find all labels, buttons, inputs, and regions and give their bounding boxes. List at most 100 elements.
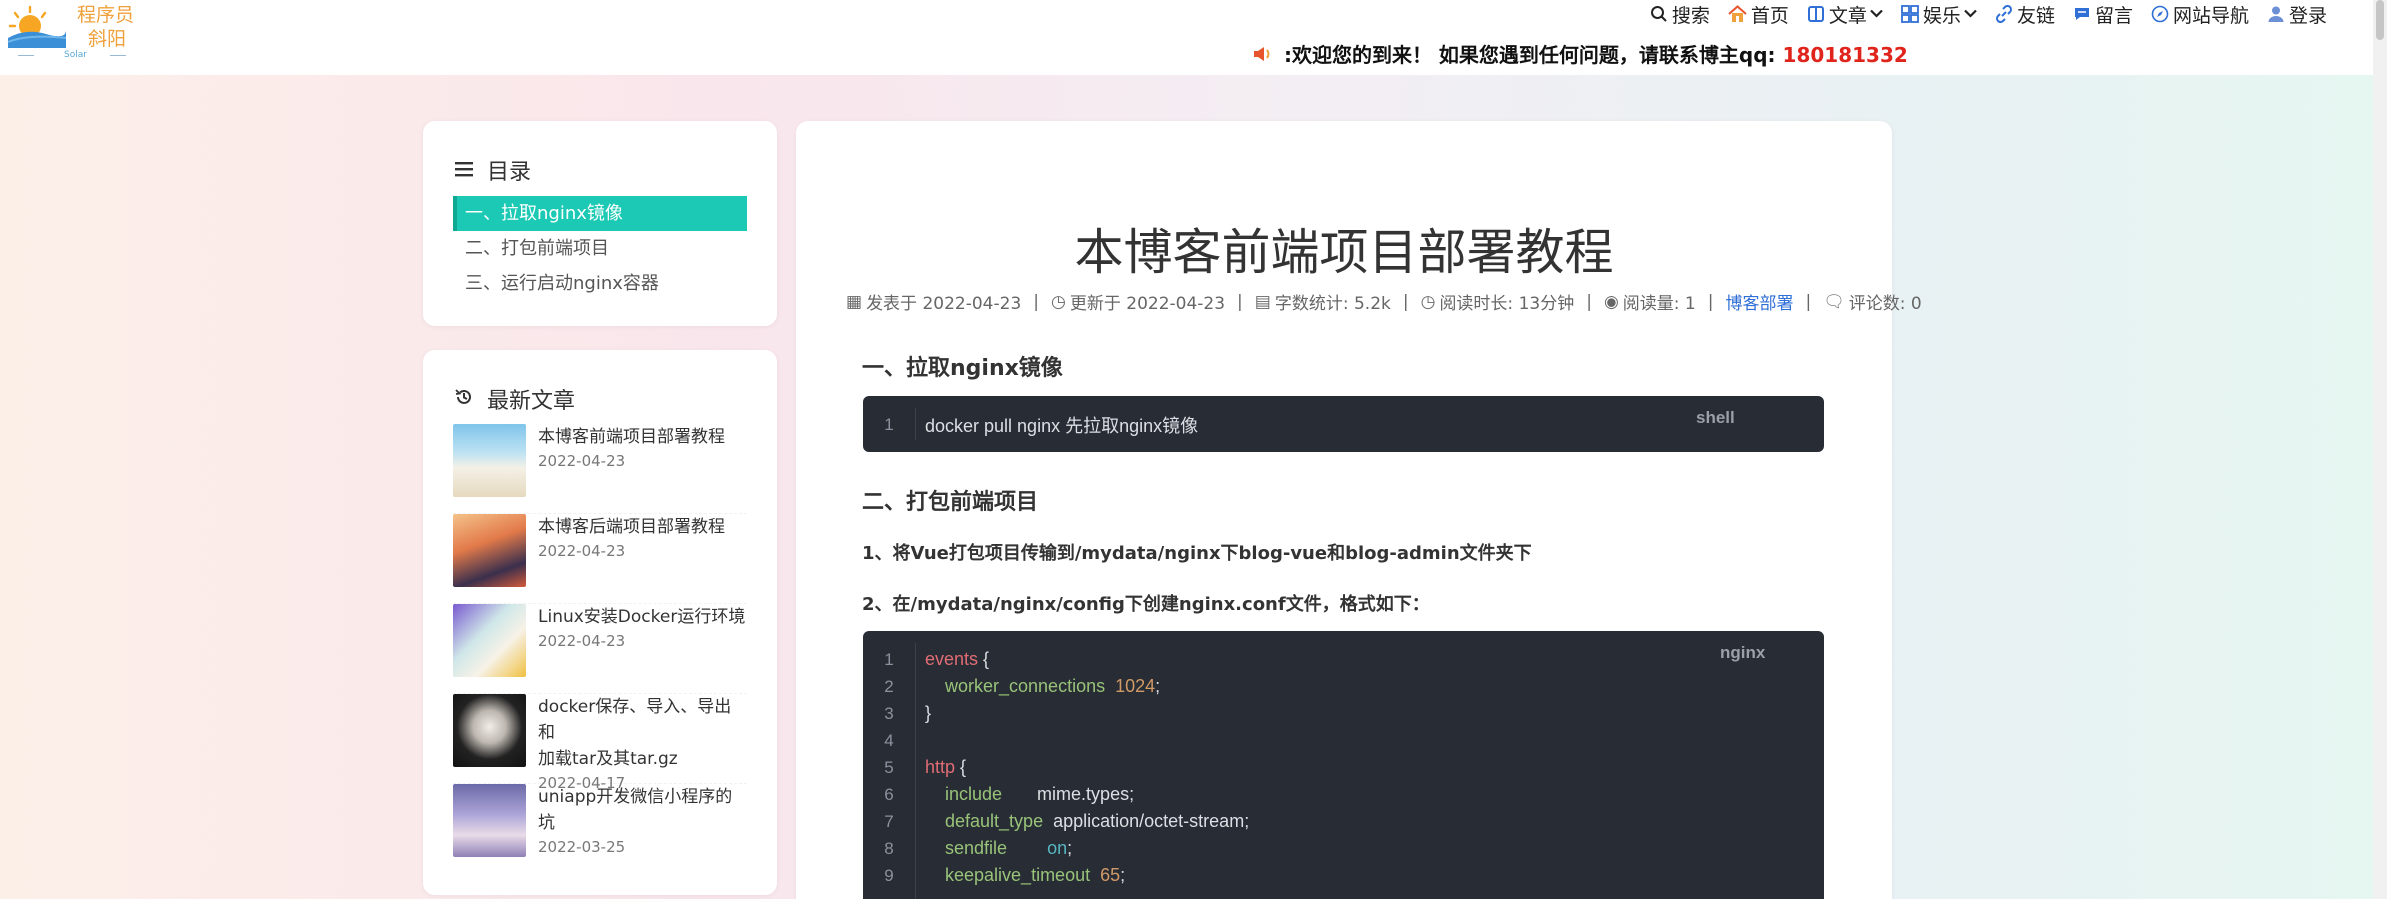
- code-line: 6 include mime.types;: [863, 781, 1134, 808]
- code-line: 8 sendfile on;: [863, 835, 1072, 862]
- paragraph-1: 1、将Vue打包项目传输到/mydata/nginx下blog-vue和blog…: [862, 543, 1532, 564]
- nav-search[interactable]: 搜索: [1650, 1, 1710, 28]
- article-title[interactable]: 本博客后端项目部署教程: [538, 514, 725, 540]
- line-number: 8: [884, 838, 894, 858]
- section-heading-2: 二、打包前端项目: [862, 490, 1039, 515]
- section-heading-1: 一、拉取nginx镜像: [862, 356, 1063, 381]
- nav-articles[interactable]: 文章: [1807, 1, 1883, 28]
- meta-views: 阅读量: 1: [1622, 294, 1696, 314]
- paragraph-2: 2、在/mydata/nginx/config下创建nginx.conf文件，格…: [862, 594, 1430, 615]
- logo-divider-left: [18, 55, 34, 56]
- list-item[interactable]: Linux安装Docker运行环境 2022-04-23: [453, 604, 747, 694]
- article-title[interactable]: uniapp开发微信小程序的坑: [538, 784, 747, 836]
- eye-icon: ◉: [1603, 291, 1619, 312]
- code-token: 1024: [1115, 676, 1156, 696]
- nav-home[interactable]: 首页: [1728, 1, 1789, 28]
- line-number: 5: [884, 757, 894, 777]
- code-block-shell: shell 1 docker pull nginx 先拉取nginx镜像: [863, 396, 1824, 452]
- article-title-line2[interactable]: 加载tar及其tar.gz: [538, 746, 747, 772]
- notice-text: :欢迎您的到来！ 如果您遇到任何问题，请联系博主qq:: [1283, 43, 1783, 67]
- notice-qq[interactable]: 180181332: [1783, 43, 1908, 67]
- nav-label: 搜索: [1671, 4, 1710, 27]
- nav-label: 留言: [2094, 4, 2133, 27]
- toc-item-1[interactable]: 一、拉取nginx镜像: [453, 196, 747, 231]
- search-icon: [1650, 5, 1668, 23]
- top-header: 程序员 斜阳 Solar 搜索 首页 文章 娱乐 友链 留言 网站导航 登录:…: [0, 0, 2387, 75]
- sun-logo-icon: [7, 5, 66, 48]
- line-number: 3: [884, 703, 894, 723]
- meta-published: 发表于 2022-04-23: [866, 294, 1022, 314]
- meta-separator: |: [1033, 291, 1039, 312]
- list-item[interactable]: uniapp开发微信小程序的坑 2022-03-25: [453, 784, 747, 874]
- article-thumbnail[interactable]: [453, 784, 526, 857]
- latest-articles-card: 最新文章 本博客前端项目部署教程 2022-04-23 本博客后端项目部署教程 …: [423, 350, 777, 895]
- meta-separator: |: [1402, 291, 1409, 312]
- code-token: keepalive_timeout: [925, 865, 1091, 885]
- code-line: 1 events {: [863, 646, 989, 673]
- article-title[interactable]: docker保存、导入、导出和: [538, 694, 747, 746]
- code-token: sendfile: [925, 838, 1008, 858]
- main-nav: 搜索 首页 文章 娱乐 友链 留言 网站导航 登录: [1632, 0, 2327, 28]
- toc-item-2[interactable]: 二、打包前端项目: [453, 231, 747, 266]
- article-date: 2022-04-23: [538, 632, 626, 650]
- brand-name-line1: 程序员: [77, 4, 135, 26]
- chevron-down-icon: [1870, 6, 1883, 22]
- line-number: 6: [884, 784, 894, 804]
- code-token: ;: [1120, 865, 1126, 885]
- document-icon: ▤: [1254, 291, 1271, 312]
- code-line: 4: [863, 727, 925, 754]
- code-token: application/octet-stream;: [1043, 811, 1250, 831]
- meta-words: 字数统计: 5.2k: [1274, 294, 1391, 314]
- line-number: 9: [884, 865, 894, 885]
- article-date: 2022-04-23: [538, 452, 626, 470]
- list-item[interactable]: docker保存、导入、导出和 加载tar及其tar.gz 2022-04-17: [453, 694, 747, 792]
- article-thumbnail[interactable]: [453, 424, 526, 497]
- list-item[interactable]: 本博客前端项目部署教程 2022-04-23: [453, 424, 747, 514]
- meta-separator: |: [1237, 291, 1243, 312]
- code-token: {: [978, 649, 990, 669]
- latest-title: 最新文章: [455, 383, 575, 415]
- home-icon: [1728, 5, 1747, 23]
- article-title[interactable]: 本博客前端项目部署教程: [538, 424, 725, 450]
- nav-entertainment[interactable]: 娱乐: [1901, 1, 1977, 28]
- scrollbar-thumb[interactable]: [2376, 0, 2384, 40]
- nav-messages[interactable]: 留言: [2073, 1, 2133, 28]
- toc-list: 一、拉取nginx镜像 二、打包前端项目 三、运行启动nginx容器: [453, 196, 747, 301]
- site-logo[interactable]: 程序员 斜阳 Solar: [4, 0, 134, 62]
- page-scrollbar[interactable]: [2373, 0, 2387, 899]
- code-token: http: [925, 757, 956, 777]
- brand-name-line2: 斜阳: [88, 28, 127, 50]
- article-title[interactable]: Linux安装Docker运行环境: [538, 604, 745, 630]
- meta-separator: |: [1707, 291, 1714, 312]
- clock-icon: ◷: [1420, 291, 1436, 312]
- meta-comments: 评论数: 0: [1848, 294, 1922, 314]
- article-thumbnail[interactable]: [453, 694, 526, 767]
- nav-label: 首页: [1750, 4, 1789, 27]
- code-token: events: [925, 649, 979, 669]
- list-item[interactable]: 本博客后端项目部署教程 2022-04-23: [453, 514, 747, 604]
- latest-title-label: 最新文章: [487, 389, 576, 414]
- code-token: include: [925, 784, 1003, 804]
- code-token: ;: [1155, 676, 1161, 696]
- code-line: 1 docker pull nginx 先拉取nginx镜像: [863, 411, 1198, 438]
- toc-item-3[interactable]: 三、运行启动nginx容器: [453, 266, 747, 301]
- logo-divider-right: [110, 55, 126, 56]
- nav-label: 登录: [2288, 4, 2327, 27]
- article-thumbnail[interactable]: [453, 514, 526, 587]
- code-token: worker_connections: [925, 676, 1106, 696]
- article-thumbnail[interactable]: [453, 604, 526, 677]
- line-number: 4: [884, 730, 894, 750]
- chevron-down-icon: [1964, 6, 1977, 22]
- nav-login[interactable]: 登录: [2267, 1, 2327, 28]
- toc-title-label: 目录: [487, 160, 532, 185]
- comment-icon: 🗨: [1823, 291, 1845, 312]
- nav-site-navigation[interactable]: 网站导航: [2151, 1, 2249, 28]
- brand-sub: Solar: [64, 50, 87, 60]
- meta-category-link[interactable]: 博客部署: [1725, 289, 1793, 314]
- link-icon: [1995, 5, 2013, 23]
- line-number: 2: [884, 676, 894, 696]
- post-title: 本博客前端项目部署教程: [1074, 224, 1614, 281]
- nav-friend-links[interactable]: 友链: [1995, 1, 2055, 28]
